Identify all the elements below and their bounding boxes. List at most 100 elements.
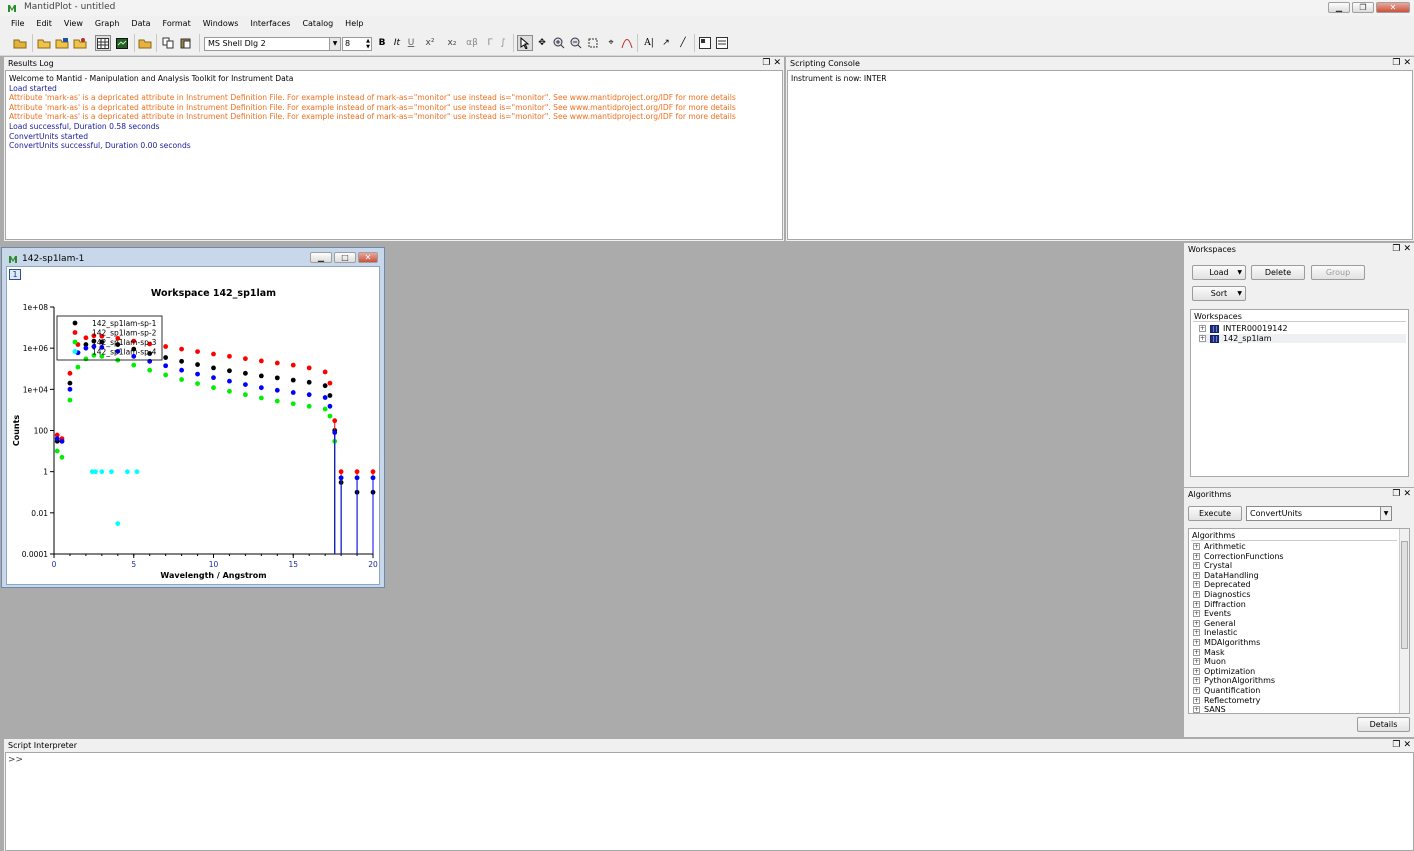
algorithm-category[interactable]: + Crystal [1193,561,1232,570]
float-icon[interactable]: ❐ [1392,489,1400,499]
data-reader-icon[interactable]: ⌖ [603,35,619,51]
expand-icon[interactable]: + [1193,667,1200,675]
font-family-combo[interactable]: MS Shell Dlg 2 ▼ [204,37,341,51]
algorithm-category[interactable]: + Quantification [1193,686,1260,695]
minimize-button[interactable]: ▁ [310,252,332,263]
float-icon[interactable]: ❐ [762,58,770,68]
expand-icon[interactable]: + [1193,639,1200,646]
algorithm-category[interactable]: + Diffraction [1193,600,1246,609]
folder-icon[interactable] [137,35,153,51]
algorithm-category[interactable]: + Inelastic [1193,628,1237,637]
expand-icon[interactable]: + [1193,581,1200,589]
scripting-console-text[interactable]: Instrument is now: INTER [787,70,1413,240]
expand-icon[interactable]: + [1193,543,1200,550]
expand-icon[interactable]: + [1193,591,1200,598]
algorithm-category[interactable]: + DataHandling [1193,571,1259,580]
details-button[interactable]: Details [1357,717,1410,732]
menu-interfaces[interactable]: Interfaces [244,19,296,28]
zoom-fit-icon[interactable] [585,35,601,51]
plot-canvas[interactable]: 1 Workspace 142_sp1lam 1e+08 1e+06 1e+04 100… [6,266,380,585]
plot-window[interactable]: 142-sp1lam-1 ▁ □ ✕ 1 Workspace 142_sp1la… [1,247,385,588]
scrollbar-thumb[interactable] [1401,541,1408,649]
close-icon[interactable]: ✕ [1403,489,1411,499]
algorithm-category[interactable]: + Diagnostics [1193,590,1250,599]
table-view-icon[interactable] [95,35,111,51]
font-size-spinner[interactable]: 8 ▲ ▼ [342,37,372,51]
workspace-item[interactable]: + INTER00019142 [1199,324,1288,333]
spin-arrows-icon[interactable]: ▲ ▼ [366,38,370,50]
algorithm-category[interactable]: + General [1193,619,1236,628]
layer-icon[interactable] [714,35,730,51]
subscript-icon[interactable]: x₂ [444,35,460,51]
line-tool-icon[interactable]: ╱ [675,35,691,51]
menu-file[interactable]: File [5,19,30,28]
close-button[interactable]: ✕ [358,252,378,263]
underline-icon[interactable]: U [403,35,419,51]
close-button[interactable]: ✕ [1376,2,1410,13]
algorithm-category[interactable]: + CorrectionFunctions [1193,552,1284,561]
restore-button[interactable]: ❐ [1352,2,1374,13]
expand-icon[interactable]: + [1193,552,1200,560]
float-icon[interactable]: ❐ [1392,244,1400,254]
algorithm-category[interactable]: + Mask [1193,648,1225,657]
menu-edit[interactable]: Edit [30,19,58,28]
script-interpreter-input[interactable]: >> [5,752,1414,851]
zoom-out-icon[interactable] [568,35,584,51]
expand-icon[interactable]: + [1193,600,1200,608]
expand-icon[interactable]: + [1193,687,1200,694]
expand-icon[interactable]: + [1199,335,1206,342]
open-file-icon[interactable] [36,35,52,51]
algorithm-scrollbar[interactable] [1399,529,1409,713]
recent-icon[interactable] [72,35,88,51]
menu-catalog[interactable]: Catalog [296,19,339,28]
expand-icon[interactable]: + [1193,571,1200,579]
algorithm-category[interactable]: + MDAlgorithms [1193,638,1260,647]
float-icon[interactable]: ❐ [1392,58,1400,68]
algorithm-category[interactable]: + Events [1193,609,1231,618]
pointer-icon[interactable] [517,35,533,51]
minimize-button[interactable]: ▁ [1328,2,1350,13]
close-icon[interactable]: ✕ [1403,244,1411,254]
chevron-down-icon[interactable]: ▼ [1380,507,1391,520]
expand-icon[interactable]: + [1193,648,1200,656]
menu-data[interactable]: Data [125,19,156,28]
algorithm-category[interactable]: + Arithmetic [1193,542,1246,551]
expand-icon[interactable]: + [1193,610,1200,618]
algorithm-tree[interactable]: Algorithms + Arithmetic + CorrectionFuncti… [1188,528,1410,714]
close-icon[interactable]: ✕ [773,58,781,68]
menu-graph[interactable]: Graph [89,19,126,28]
expand-icon[interactable]: + [1193,677,1200,685]
algorithm-category[interactable]: + Deprecated [1193,580,1251,589]
algorithm-combo[interactable]: ConvertUnits ▼ [1246,506,1392,521]
expand-icon[interactable]: + [1193,629,1200,637]
close-icon[interactable]: ✕ [1403,58,1411,68]
menu-windows[interactable]: Windows [197,19,245,28]
sort-button[interactable]: Sort ▼ [1192,286,1246,301]
results-log-text[interactable]: Welcome to Mantid - Manipulation and Ana… [5,70,783,240]
menu-help[interactable]: Help [339,19,369,28]
image-icon[interactable] [697,35,713,51]
expand-icon[interactable]: + [1199,325,1206,332]
pan-icon[interactable]: ✥ [534,35,550,51]
algorithm-category[interactable]: + SANS [1193,705,1226,713]
float-icon[interactable]: ❐ [1392,740,1400,750]
chart-svg[interactable]: Workspace 142_sp1lam1e+081e+061e+0410010… [7,267,379,584]
greek-icon[interactable]: αβ [464,35,480,51]
expand-icon[interactable]: + [1193,562,1200,570]
workspace-item[interactable]: +142_sp1lam [1199,334,1406,343]
workspace-tree[interactable]: Workspaces + INTER00019142 +142_sp1lam [1190,309,1409,477]
close-icon[interactable]: ✕ [1403,740,1411,750]
group-button[interactable]: Group [1311,265,1365,280]
maximize-button[interactable]: □ [334,252,356,263]
algorithm-category[interactable]: + PythonAlgorithms [1193,676,1275,685]
chevron-down-icon[interactable]: ▼ [329,38,340,50]
execute-button[interactable]: Execute [1188,506,1242,521]
paste-icon[interactable] [178,35,194,51]
delete-button[interactable]: Delete [1251,265,1305,280]
add-text-icon[interactable]: A| [641,35,657,51]
expand-icon[interactable]: + [1193,619,1200,627]
arrow-tool-icon[interactable]: ↗ [658,35,674,51]
open-project-icon[interactable] [12,35,28,51]
menu-format[interactable]: Format [157,19,197,28]
peak-fit-icon[interactable] [619,35,635,51]
